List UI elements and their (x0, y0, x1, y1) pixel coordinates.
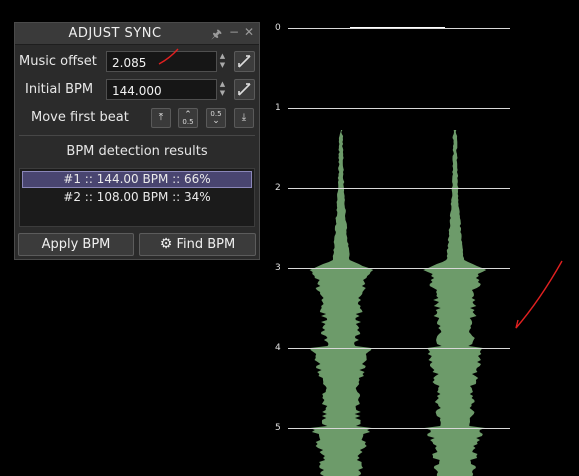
measure-line (288, 28, 510, 29)
annotation-check-mark (515, 260, 563, 329)
measure-line (288, 348, 510, 349)
measure-line (288, 108, 510, 109)
waveform-view[interactable] (0, 0, 579, 476)
measure-line (288, 188, 510, 189)
waveform-channel-left (309, 130, 374, 476)
annotation-check-mark (158, 48, 179, 65)
measure-number: 2 (275, 183, 281, 193)
measure-number: 4 (275, 343, 281, 353)
measure-line (288, 268, 510, 269)
measure-number: 1 (275, 103, 281, 113)
waveform-channel-right (423, 130, 487, 476)
measure-number: 0 (275, 23, 281, 33)
measure-number: 3 (275, 263, 281, 273)
measure-line (288, 428, 510, 429)
measure-number: 5 (275, 423, 281, 433)
